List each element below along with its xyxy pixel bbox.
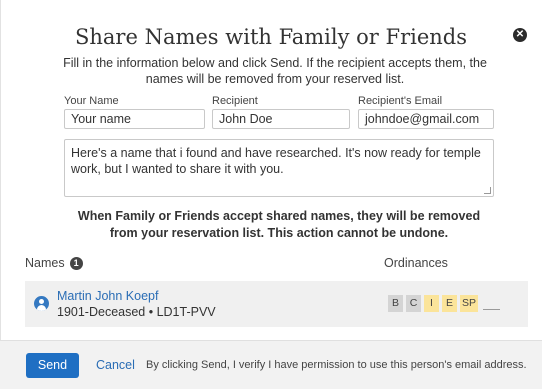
- your-name-input[interactable]: Your name: [64, 109, 205, 129]
- message-textarea[interactable]: Here's a name that i found and have rese…: [64, 139, 494, 197]
- recipient-input[interactable]: John Doe: [212, 109, 350, 129]
- ordinances-header: Ordinances: [384, 256, 448, 270]
- person-name-link[interactable]: Martin John Koepf: [57, 289, 158, 303]
- cancel-link[interactable]: Cancel: [96, 358, 135, 372]
- names-header: Names 1: [25, 256, 83, 270]
- recipient-label: Recipient: [212, 95, 258, 107]
- person-details: 1901-Deceased • LD1T-PVV: [57, 305, 216, 319]
- person-icon: [34, 296, 49, 311]
- ordinance-confirmation[interactable]: C: [406, 295, 421, 312]
- ordinance-list: B C I E SP: [388, 295, 501, 312]
- ordinance-baptism[interactable]: B: [388, 295, 403, 312]
- ordinance-sealing-to-spouse-empty: [483, 309, 501, 310]
- removal-warning: When Family or Friends accept shared nam…: [77, 209, 481, 240]
- send-button[interactable]: Send: [26, 353, 79, 378]
- ordinance-initiatory[interactable]: I: [424, 295, 439, 312]
- message-text: Here's a name that i found and have rese…: [71, 146, 481, 176]
- share-names-dialog: ✕ Share Names with Family or Friends Fil…: [0, 0, 542, 389]
- dialog-footer: Send Cancel By clicking Send, I verify I…: [0, 340, 542, 389]
- recipient-email-label: Recipient's Email: [358, 95, 443, 107]
- ordinance-sealing-to-parents[interactable]: SP: [460, 295, 479, 312]
- dialog-edge: [0, 0, 9, 340]
- recipient-email-input[interactable]: johndoe@gmail.com: [358, 109, 494, 129]
- names-label: Names: [25, 256, 65, 270]
- dialog-title: Share Names with Family or Friends: [75, 25, 467, 49]
- name-row: Martin John Koepf 1901-Deceased • LD1T-P…: [25, 281, 528, 327]
- dialog-instructions: Fill in the information below and click …: [63, 56, 487, 86]
- resize-handle[interactable]: [484, 187, 491, 194]
- permission-disclaimer: By clicking Send, I verify I have permis…: [146, 359, 527, 371]
- your-name-label: Your Name: [64, 95, 119, 107]
- names-count-badge: 1: [69, 256, 83, 270]
- ordinance-endowment[interactable]: E: [442, 295, 457, 312]
